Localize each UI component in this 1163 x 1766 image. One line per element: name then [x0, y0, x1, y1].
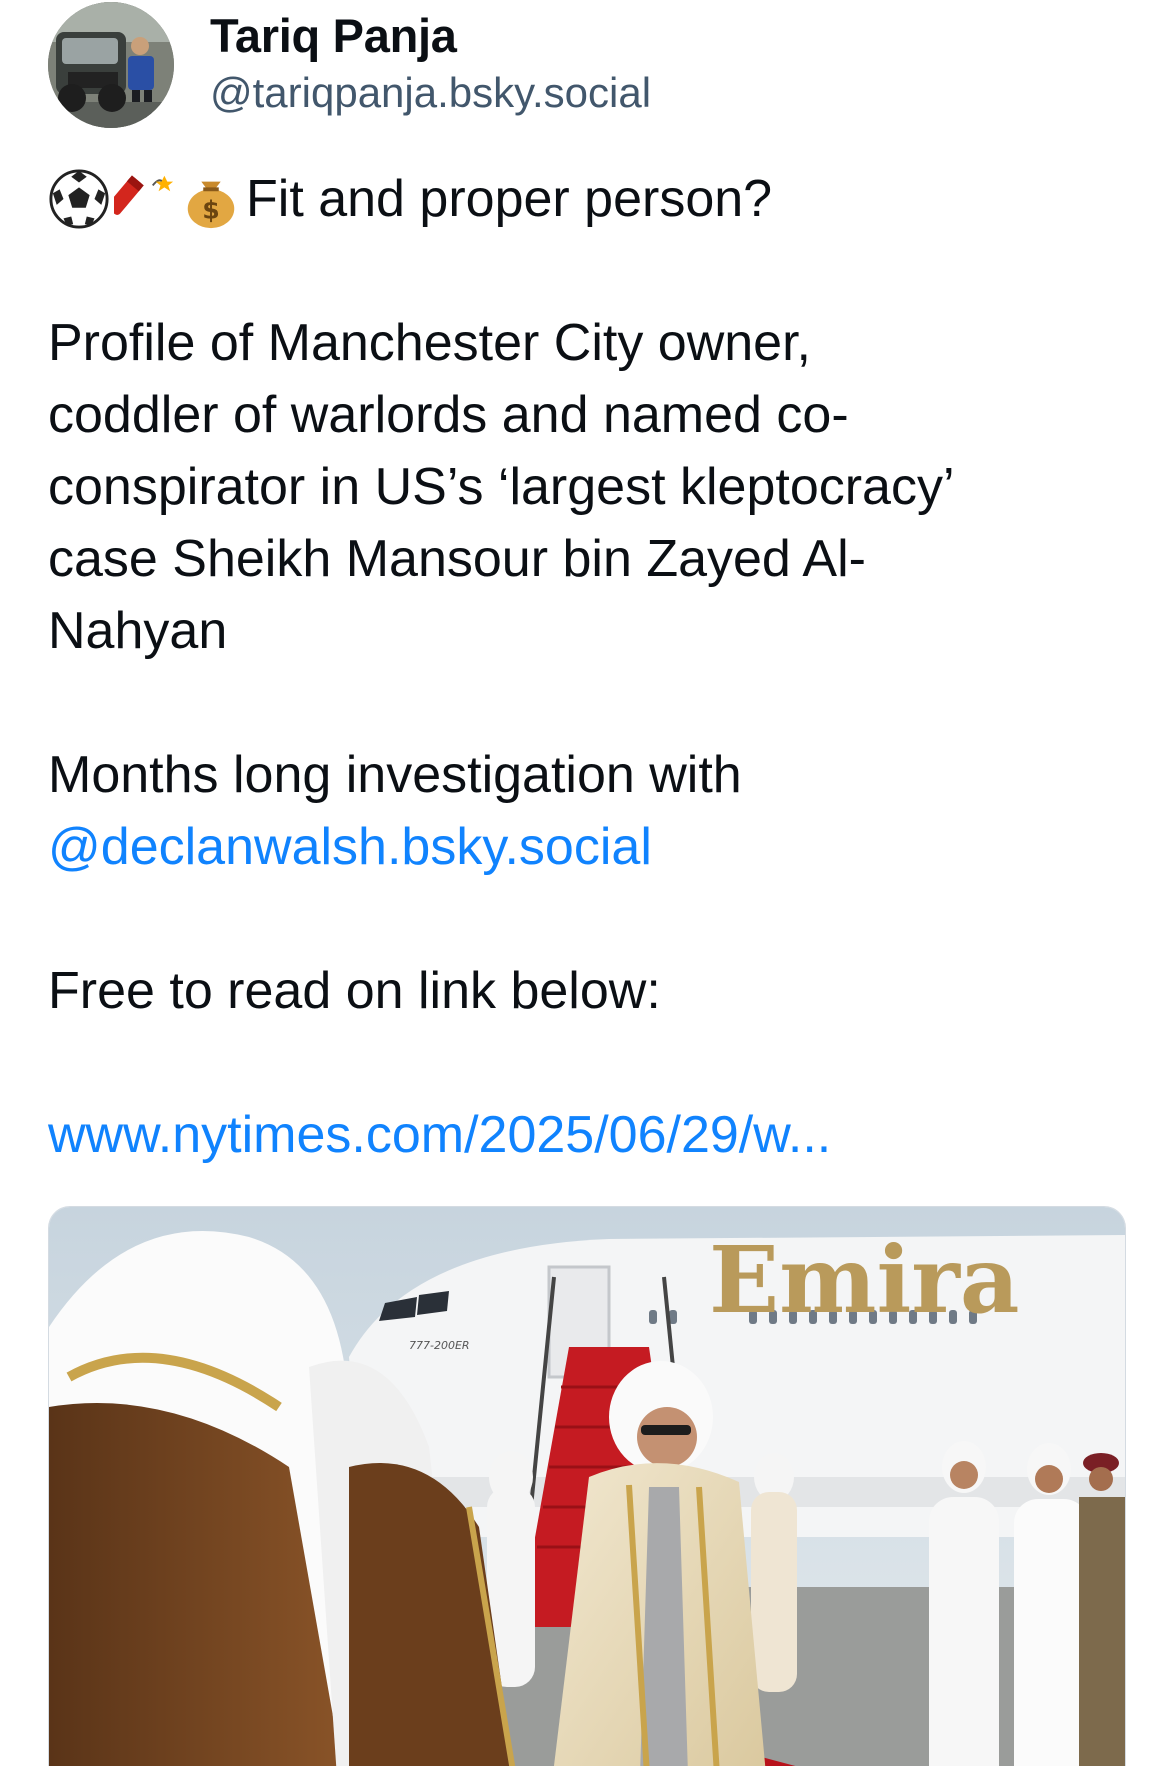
aircraft-model-mark: 777-200ER: [409, 1339, 470, 1352]
author-handle[interactable]: @tariqpanja.bsky.social: [210, 64, 651, 122]
headline-line: $ Fit and proper person?: [48, 163, 1128, 235]
profile-line: coddler of warlords and named co-: [48, 386, 849, 444]
svg-text:$: $: [202, 195, 220, 224]
author-avatar[interactable]: [48, 2, 174, 128]
author-names: Tariq Panja @tariqpanja.bsky.social: [210, 2, 651, 122]
profile-line: Nahyan: [48, 602, 228, 660]
investigation-line: Months long investigation with: [48, 746, 742, 804]
profile-line: Profile of Manchester City owner,: [48, 314, 811, 372]
post-text: $ Fit and proper person? Profile of Manc…: [48, 163, 1128, 1171]
link-preview-image[interactable]: Emira 777-200ER: [48, 1206, 1126, 1766]
mention-link[interactable]: @declanwalsh.bsky.social: [48, 811, 1128, 883]
post-header: Tariq Panja @tariqpanja.bsky.social: [48, 2, 651, 128]
profile-line: conspirator in US’s ‘largest kleptocracy…: [48, 458, 955, 516]
firecracker-icon: [114, 175, 174, 215]
profile-line: case Sheikh Mansour bin Zayed Al-: [48, 530, 866, 588]
avatar-photo-icon: [48, 2, 174, 128]
article-link[interactable]: www.nytimes.com/2025/06/29/w...: [48, 1099, 1128, 1171]
soccer-ball-icon: [49, 169, 109, 229]
author-display-name[interactable]: Tariq Panja: [210, 8, 651, 64]
post-card: Tariq Panja @tariqpanja.bsky.social $ Fi…: [0, 0, 1163, 1766]
money-bag-icon: $: [187, 181, 235, 229]
free-read-line: Free to read on link below:: [48, 962, 661, 1020]
emirates-airport-photo-icon: Emira 777-200ER: [49, 1207, 1125, 1766]
post-headline: Fit and proper person?: [246, 170, 773, 228]
aircraft-lettering: Emira: [709, 1226, 1020, 1334]
